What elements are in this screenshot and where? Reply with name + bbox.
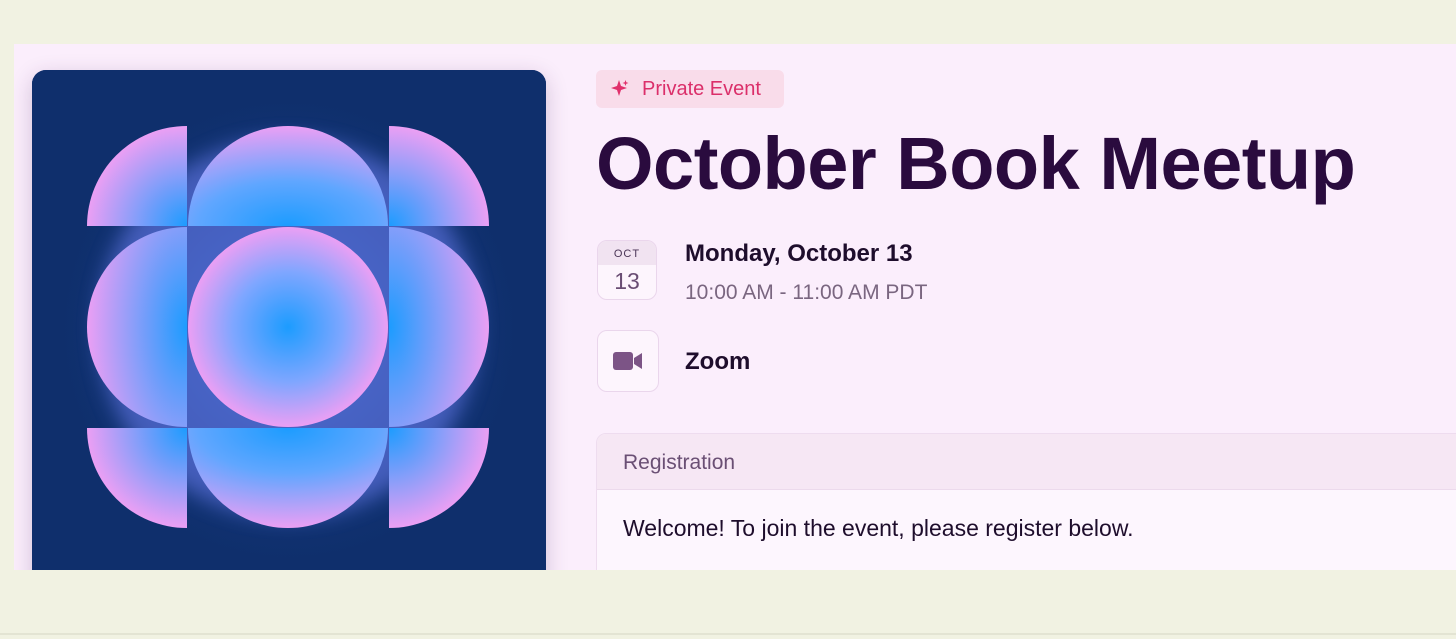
event-date: Monday, October 13 [685,240,913,267]
sparkle-icon [611,80,629,96]
registration-header: Registration [597,434,1456,490]
location-icon-box [597,330,659,392]
cover-artwork [32,70,546,570]
private-event-badge: Private Event [596,70,784,108]
event-page: Private Event October Book Meetup OCT 13… [14,44,1456,570]
event-location[interactable]: Zoom [685,348,750,376]
event-time: 10:00 AM - 11:00 AM PDT [685,281,928,304]
calendar-icon: OCT 13 [597,240,657,300]
event-title: October Book Meetup [596,122,1356,205]
date-day: 13 [614,268,640,294]
video-camera-icon [613,352,642,370]
cover-shape [188,227,388,427]
registration-message: Welcome! To join the event, please regis… [623,515,1134,541]
badge-label: Private Event [642,77,761,100]
date-month: OCT [598,241,656,265]
bottom-divider [0,633,1456,635]
event-cover-image [32,70,546,570]
registration-card: Registration Welcome! To join the event,… [596,433,1456,570]
